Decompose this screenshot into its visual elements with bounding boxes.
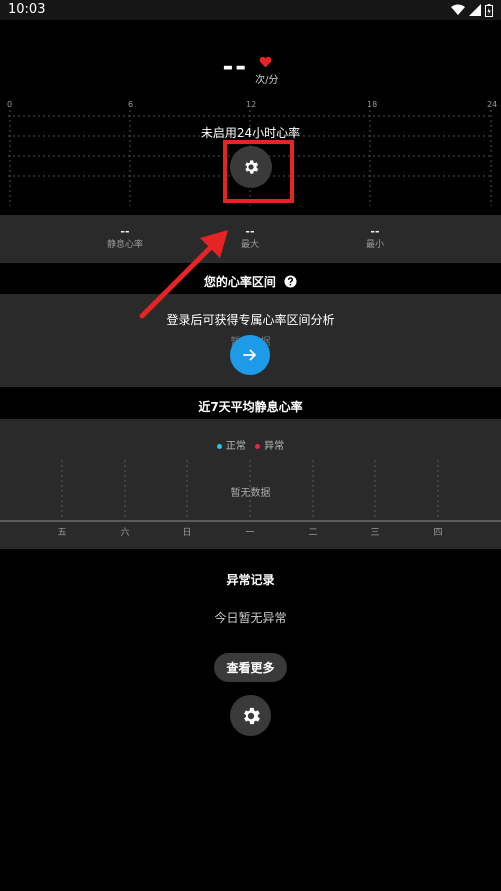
zones-login-text: 登录后可获得专属心率区间分析 bbox=[166, 313, 335, 327]
abnormal-none-text: 今日暂无异常 bbox=[214, 611, 287, 625]
status-icons bbox=[451, 3, 493, 17]
axis-label-12: 12 bbox=[246, 100, 257, 109]
legend-dot-normal bbox=[216, 443, 222, 449]
legend-abnormal: 异常 bbox=[264, 441, 285, 452]
legend-dot-abnormal bbox=[255, 443, 261, 449]
battery-icon bbox=[485, 3, 493, 17]
day-label: 五 bbox=[57, 528, 67, 538]
day-label: 二 bbox=[308, 528, 318, 538]
resting-week-no-data: 暂无数据 bbox=[230, 488, 271, 499]
annotation-arrow bbox=[139, 230, 228, 319]
axis-label-24: 24 bbox=[487, 100, 498, 109]
question-icon[interactable] bbox=[284, 275, 297, 288]
status-bar: 10:03 bbox=[0, 0, 501, 20]
highlight-box bbox=[223, 140, 294, 203]
status-time: 10:03 bbox=[8, 2, 46, 17]
legend-normal: 正常 bbox=[225, 441, 246, 452]
gear-icon bbox=[243, 707, 260, 724]
axis-label-6: 6 bbox=[128, 100, 134, 109]
resting-week-title: 近7天平均静息心率 bbox=[198, 400, 303, 414]
heart-rate-unit: 次/分 bbox=[255, 75, 279, 86]
abnormal-title: 异常记录 bbox=[226, 573, 275, 587]
stats-bar: -- 静息心率 -- 最大 -- 最小 bbox=[0, 215, 501, 263]
day-label: 三 bbox=[370, 528, 380, 538]
resting-week-legend: 正常 异常 bbox=[0, 437, 501, 452]
day-label: 四 bbox=[433, 528, 443, 538]
stat-min-value: -- bbox=[370, 225, 380, 238]
view-more-button[interactable]: 查看更多 bbox=[214, 653, 287, 682]
signal-icon bbox=[469, 4, 481, 16]
stat-min-label: 最小 bbox=[365, 240, 384, 250]
heart-icon bbox=[259, 56, 272, 68]
heart-rate-display: -- 次/分 bbox=[0, 52, 501, 87]
axis-label-0: 0 bbox=[7, 100, 13, 109]
axis-label-18: 18 bbox=[367, 100, 378, 109]
arrow-right-icon bbox=[243, 349, 256, 361]
zones-login-button[interactable] bbox=[230, 335, 270, 375]
wifi-icon bbox=[451, 4, 465, 15]
zones-title-row: 您的心率区间 bbox=[0, 273, 501, 290]
stat-min: -- 最小 bbox=[315, 225, 435, 251]
day-label: 一 bbox=[245, 528, 255, 538]
day-label: 六 bbox=[120, 528, 130, 538]
settings-button[interactable] bbox=[230, 695, 271, 736]
heart-rate-value: -- bbox=[222, 52, 249, 82]
day-label: 日 bbox=[182, 528, 192, 538]
day-chart-message: 未启用24小时心率 bbox=[200, 126, 301, 140]
